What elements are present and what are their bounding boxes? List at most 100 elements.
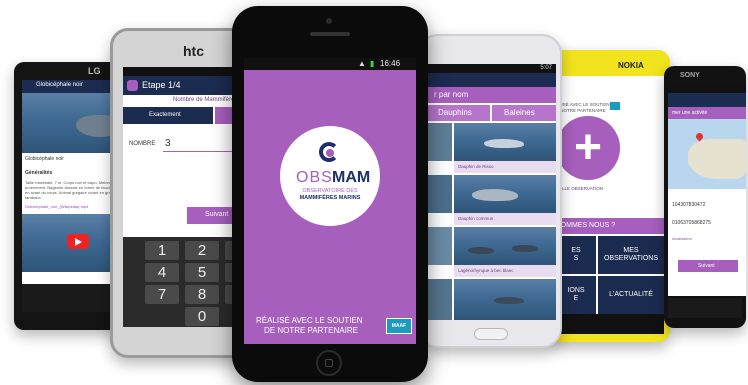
- species-photo: [428, 279, 452, 320]
- phone-center-time: 16:46: [380, 59, 401, 68]
- phone-htc-header-line: Nombre de Mammifères: [173, 97, 238, 103]
- phone-htc-next-label: Suivant: [205, 211, 229, 218]
- key-1[interactable]: 1: [145, 241, 179, 260]
- phone-htc-field-value[interactable]: 3: [165, 138, 171, 149]
- dolphin-image: [484, 139, 524, 148]
- key-5[interactable]: 5: [185, 263, 219, 282]
- phone-sony-coord-1: 104307830472: [672, 202, 706, 208]
- phone-sony-coord-2: 01063705868275: [672, 220, 711, 226]
- key-7[interactable]: 7: [145, 285, 179, 304]
- logo-line1: OBSERVATOIRE DES: [302, 188, 358, 194]
- phone-htc-field-label: NOMBRE: [129, 141, 156, 147]
- dolphin-image: [512, 245, 538, 252]
- list-item[interactable]: [428, 279, 556, 320]
- phone-htc-tab-exact[interactable]: Exactement: [123, 107, 213, 124]
- key-4[interactable]: 4: [145, 263, 179, 282]
- partner-logo-text: MAAF: [391, 323, 407, 329]
- logo-obs: OBS: [296, 169, 333, 186]
- phone-nokia-tile-actualite[interactable]: L'ACTUALITÉ: [598, 276, 664, 314]
- species-photo: [454, 279, 556, 320]
- logo-line2: MAMMIFÈRES MARINS: [299, 195, 361, 201]
- phone-htc-brand: htc: [183, 43, 204, 59]
- phone-sony-header-text: mer une activité: [672, 110, 708, 116]
- phone-sony-brand: SONY: [680, 72, 700, 79]
- phone-sony-screen: mer une activité 104307830472 0106370586…: [668, 84, 746, 296]
- phone-lg-section-label: Généralités: [25, 170, 53, 176]
- tab-baleines-label: Baleines: [504, 108, 535, 117]
- youtube-play-icon[interactable]: [67, 234, 89, 249]
- phone-htc-status-bar: [123, 67, 247, 76]
- app-icon: [127, 80, 138, 91]
- battery-icon: ▮: [370, 59, 375, 68]
- phone-nokia-new-obs-label: VELLE OBSERVATION: [556, 186, 604, 191]
- phone-sony-next-label: Suivant: [698, 263, 715, 269]
- partner-logo: MAAF: [386, 318, 412, 334]
- speaker-slot: [310, 32, 350, 36]
- home-button[interactable]: [474, 328, 508, 340]
- partner-logo-small: [610, 102, 620, 110]
- phone-sony-status-bar: [668, 84, 746, 93]
- phone-samsung-header-text: r par nom: [434, 90, 469, 99]
- tab-dauphins[interactable]: Dauphins: [428, 105, 490, 121]
- land-shape: [688, 139, 746, 179]
- species-name: Dauphin commun: [454, 213, 556, 225]
- phone-sony-nav-bar: [668, 298, 742, 318]
- list-item[interactable]: Dauphin commun: [428, 175, 556, 225]
- species-photo: [428, 123, 452, 161]
- species-photo: [428, 175, 452, 213]
- phone-sony-small-label: localisation: [672, 236, 692, 241]
- phone-center: ▲ ▮ 16:46 OBS MAM OBSERVATOIRE DES MAMMI…: [232, 6, 428, 382]
- species-photo: [454, 123, 556, 161]
- phone-samsung-screen: 5:07 r par nom Dauphins Baleines Dauphin…: [428, 64, 556, 320]
- list-item[interactable]: Dauphin de Risso: [428, 123, 556, 173]
- phone-nokia-screen: ALISÉ AVEC LE SOUTIEN E NOTRE PARTENAIRE…: [556, 76, 664, 314]
- phone-nokia-tile-left-top[interactable]: ES S: [556, 236, 596, 274]
- home-button[interactable]: [316, 350, 342, 376]
- phone-nokia-who-bar[interactable]: SOMMES NOUS ?: [556, 218, 664, 234]
- phone-nokia-nav-bar: [556, 314, 664, 334]
- phone-sony-next-button[interactable]: Suivant: [678, 260, 738, 272]
- tab-dauphins-label: Dauphins: [438, 108, 472, 117]
- dolphin-image: [472, 189, 518, 201]
- plus-icon: +: [573, 121, 603, 174]
- phone-nokia-who-label: SOMMES NOUS ?: [556, 222, 616, 229]
- key-8[interactable]: 8: [185, 285, 219, 304]
- phone-htc-keypad: 1 2 3 4 5 6 7 8 9 0: [123, 237, 247, 327]
- species-photo: [454, 227, 556, 265]
- phone-nokia-support-1: ALISÉ AVEC LE SOUTIEN: [556, 102, 610, 107]
- phone-samsung-appbar: [428, 73, 556, 87]
- phone-sony-header: [668, 93, 746, 107]
- signal-icon: ▲: [358, 59, 366, 68]
- phone-lg-header-title: Globicéphale noir: [36, 82, 83, 88]
- species-photo: [428, 227, 452, 265]
- species-name: Lagénorhynque à bec blanc: [454, 265, 556, 277]
- phone-samsung: 5:07 r par nom Dauphins Baleines Dauphin…: [418, 34, 562, 348]
- phone-center-status-bar: ▲ ▮ 16:46: [244, 58, 416, 70]
- phone-nokia-support-2: E NOTRE PARTENAIRE: [556, 108, 606, 113]
- phone-sony: SONY mer une activité 104307830472 01063…: [664, 66, 746, 328]
- key-2[interactable]: 2: [185, 241, 219, 260]
- phone-sony-map[interactable]: [668, 119, 746, 189]
- phone-samsung-status-bar: 5:07: [428, 64, 556, 73]
- phone-htc-screen: Etape 1/4 Nombre de Mammifères Exactemen…: [123, 67, 247, 327]
- phone-nokia-new-obs-button[interactable]: +: [556, 116, 620, 180]
- logo-mam: MAM: [332, 169, 371, 186]
- species-name: Dauphin de Risso: [454, 161, 556, 173]
- phone-htc-tab-exact-label: Exactement: [149, 112, 181, 118]
- phone-samsung-filter-bar: r par nom: [428, 87, 556, 103]
- phone-nokia-tile-mes-obs[interactable]: MES OBSERVATIONS: [598, 236, 664, 274]
- species-photo: [454, 175, 556, 213]
- camera-dot: [326, 18, 332, 24]
- phone-center-footer-1: RÉALISÉ AVEC LE SOUTIEN: [256, 316, 363, 325]
- list-item[interactable]: Lagénorhynque à bec blanc: [428, 227, 556, 277]
- obs-mam-logo: OBS MAM OBSERVATOIRE DES MAMMIFÈRES MARI…: [280, 126, 380, 226]
- phone-nokia-tile-left-bottom[interactable]: IONS E: [556, 276, 596, 314]
- logo-dot-icon: [326, 149, 334, 157]
- key-0[interactable]: 0: [185, 307, 219, 326]
- phone-htc-header: Etape 1/4: [123, 76, 247, 95]
- tab-baleines[interactable]: Baleines: [492, 105, 556, 121]
- phone-nokia-brand: NOKIA: [618, 61, 644, 70]
- phone-sony-subheader: mer une activité: [668, 107, 746, 119]
- dolphin-image: [468, 247, 494, 254]
- phone-nokia: NOKIA ALISÉ AVEC LE SOUTIEN E NOTRE PART…: [548, 50, 670, 342]
